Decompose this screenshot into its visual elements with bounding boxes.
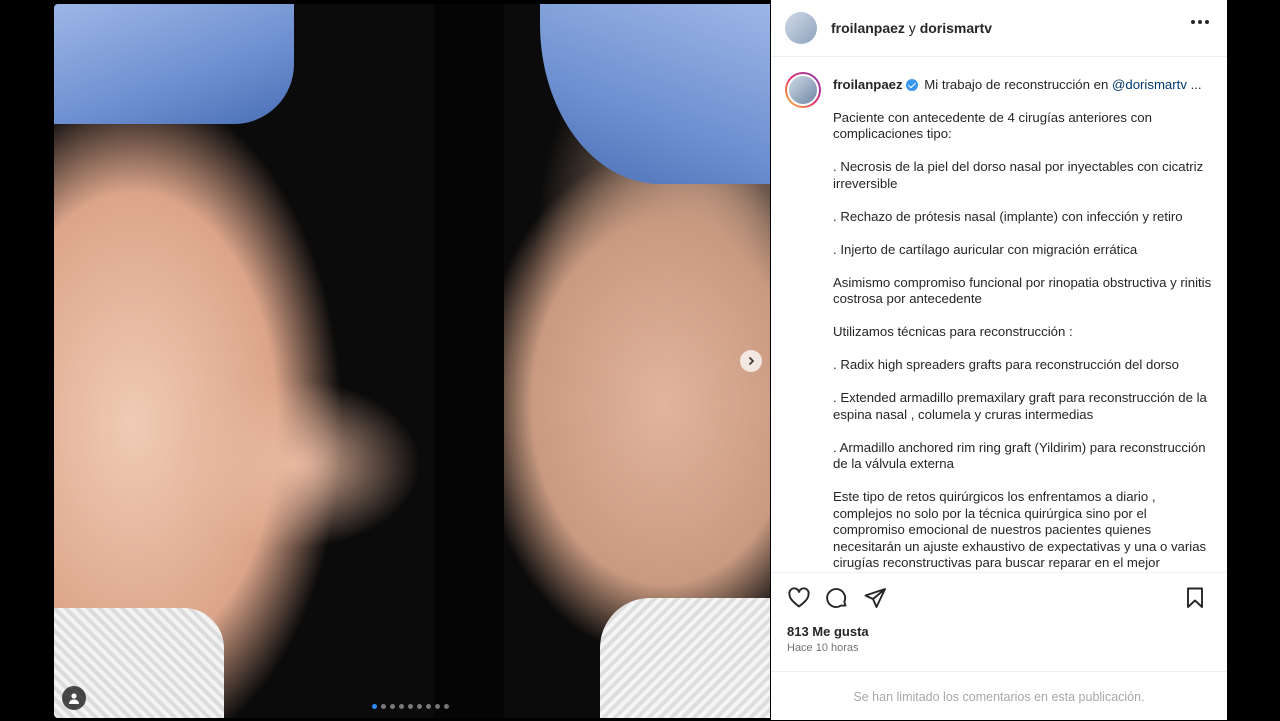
caption-paragraph: Paciente con antecedente de 4 cirugías a… — [833, 109, 1152, 142]
caption-paragraph: Este tipo de retos quirúrgicos los enfre… — [833, 489, 1207, 570]
like-heart-icon[interactable] — [787, 586, 811, 610]
caption-first-line: Mi trabajo de reconstrucción en — [924, 77, 1109, 92]
caption-paragraph: . Radix high spreaders grafts para recon… — [833, 357, 1179, 372]
carousel-dot — [435, 704, 440, 709]
surgical-cap — [540, 4, 770, 184]
verified-badge-icon — [905, 79, 918, 91]
action-bar — [787, 586, 887, 610]
carousel-indicator — [372, 704, 449, 709]
bookmark-icon[interactable] — [1183, 586, 1207, 610]
carousel-dot — [408, 704, 413, 709]
author-link[interactable]: froilanpaez — [831, 20, 905, 36]
likes-count[interactable]: 813 Me gusta — [787, 624, 869, 639]
caption-paragraphs: Paciente con antecedente de 4 cirugías a… — [833, 110, 1217, 572]
collaborator-link[interactable]: dorismartv — [920, 20, 992, 36]
avatar[interactable] — [785, 12, 817, 44]
post-header: froilanpaez y dorismartv — [771, 0, 1227, 57]
tagged-users-icon[interactable] — [62, 686, 86, 710]
caption-paragraph: . Armadillo anchored rim ring graft (Yil… — [833, 439, 1206, 472]
caption-paragraph: . Injerto de cartílago auricular con mig… — [833, 241, 1138, 257]
caption-ellipsis: ... — [1190, 77, 1202, 92]
chevron-right-icon — [748, 356, 755, 366]
carousel-dot — [417, 704, 422, 709]
caption-paragraph: . Necrosis de la piel del dorso nasal po… — [833, 159, 1204, 191]
surgical-cap — [54, 4, 294, 124]
caption-paragraph: . Extended armadillo premaxilary graft p… — [833, 390, 1207, 422]
divider — [771, 572, 1227, 574]
caption-avatar[interactable] — [785, 72, 821, 108]
carousel-dot — [372, 704, 377, 709]
post-media[interactable] — [54, 4, 770, 718]
carousel-dot — [381, 704, 386, 709]
photo-before — [54, 4, 434, 718]
caption-username[interactable]: froilanpaez — [833, 77, 903, 92]
share-icon[interactable] — [863, 586, 887, 610]
comments-limited-notice: Se han limitado los comentarios en esta … — [771, 671, 1227, 721]
authors-joiner: y — [908, 20, 916, 36]
comment-icon[interactable] — [825, 586, 849, 610]
mention-link[interactable]: @dorismartv — [1112, 77, 1187, 92]
carousel-dot — [399, 704, 404, 709]
carousel-dot — [444, 704, 449, 709]
gauze — [600, 598, 770, 718]
carousel-dot — [390, 704, 395, 709]
photo-after — [504, 4, 770, 718]
caption-paragraph: Utilizamos técnicas para reconstrucción … — [833, 324, 1073, 339]
caption-paragraph: . Rechazo de prótesis nasal (implante) c… — [833, 208, 1183, 224]
more-options-icon[interactable] — [1191, 20, 1209, 24]
post-timestamp[interactable]: Hace 10 horas — [787, 642, 859, 654]
next-slide-button[interactable] — [740, 350, 762, 372]
caption: froilanpaez Mi trabajo de reconstrucción… — [785, 72, 1217, 572]
carousel-dot — [426, 704, 431, 709]
post-authors: froilanpaez y dorismartv — [831, 20, 992, 36]
caption-paragraph: Asimismo compromiso funcional por rinopa… — [833, 274, 1212, 307]
post-panel: froilanpaez y dorismartv froilanpaez Mi … — [771, 0, 1227, 720]
